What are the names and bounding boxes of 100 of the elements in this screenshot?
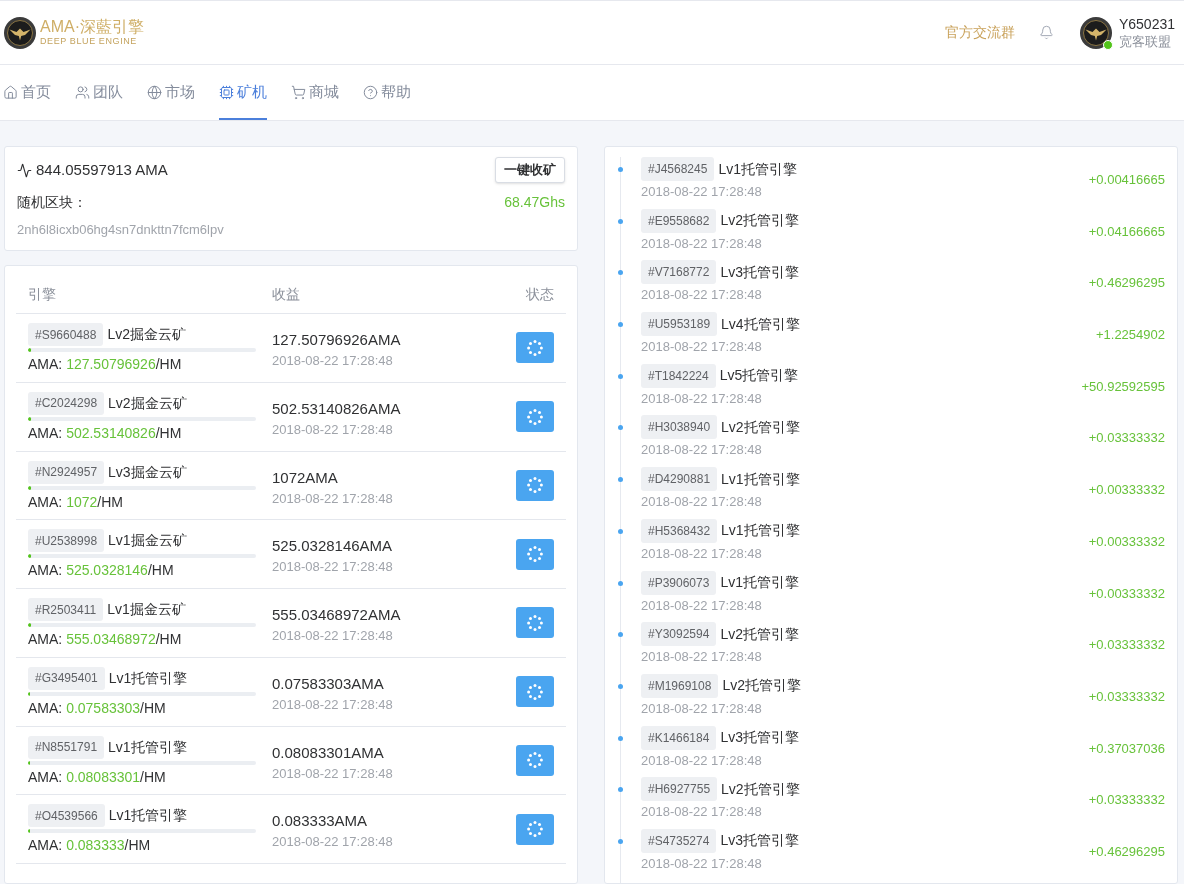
loading-icon <box>527 339 543 356</box>
bell-icon[interactable] <box>1038 25 1054 40</box>
mining-status-button[interactable] <box>516 538 554 570</box>
loading-icon <box>527 752 543 769</box>
mining-status-button[interactable] <box>516 469 554 501</box>
globe-icon <box>147 85 162 100</box>
earnings-amount: 1072AMA <box>272 468 339 487</box>
engine-name: Lv3掘金云矿 <box>108 462 187 482</box>
log-time: 2018-08-22 17:28:48 <box>641 596 763 615</box>
hourly-rate: AMA: 1072/HM <box>28 492 124 511</box>
cart-icon <box>291 85 306 100</box>
engine-id-tag: #H5368432 <box>641 518 718 543</box>
hourly-rate: AMA: 0.07583303/HM <box>28 698 167 717</box>
engine-id-tag: #O4539566 <box>28 804 105 828</box>
nav-tab[interactable]: 帮助 <box>363 65 411 120</box>
user-name: Y650231 <box>1118 15 1175 33</box>
engine-id-tag: #M1969108 <box>641 673 719 698</box>
engine-name: Lv4托管引擎 <box>721 314 800 334</box>
engine-id-tag: #G3495401 <box>28 666 105 690</box>
hourly-rate: AMA: 502.53140826/HM <box>28 423 183 442</box>
engine-id-tag: #P3906073 <box>641 570 717 595</box>
earnings-amount: 0.083333AMA <box>272 812 369 831</box>
engine-name: Lv2托管引擎 <box>720 624 799 644</box>
engine-id-tag: #S4735274 <box>641 828 717 853</box>
column-header: 收益 <box>272 285 301 304</box>
engine-name: Lv2托管引擎 <box>720 211 799 231</box>
avatar-emblem-icon <box>1079 16 1112 49</box>
mining-status-button[interactable] <box>516 744 554 776</box>
mining-status-button[interactable] <box>516 676 554 708</box>
loading-icon <box>527 821 543 838</box>
block-label: 随机区块： <box>17 192 87 212</box>
home-icon <box>3 85 18 100</box>
hourly-rate: AMA: 0.08083301/HM <box>28 767 167 786</box>
engine-name: Lv1掘金云矿 <box>107 600 186 619</box>
log-amount: +0.03333332 <box>1088 687 1165 706</box>
engine-id-tag: #H6927755 <box>641 777 718 802</box>
engine-id-tag: #R2503411 <box>28 598 104 621</box>
log-amount: +0.00416665 <box>1088 171 1165 189</box>
log-time: 2018-08-22 17:28:48 <box>641 389 763 408</box>
nav-tab[interactable]: 市场 <box>147 65 195 120</box>
nav-tab[interactable]: 商城 <box>291 65 339 120</box>
hourly-rate: AMA: 525.0328146/HM <box>28 561 175 580</box>
earnings-amount: 502.53140826AMA <box>272 399 402 418</box>
log-amount: +0.03333332 <box>1088 791 1165 810</box>
earnings-time: 2018-08-22 17:28:48 <box>272 833 394 852</box>
engine-id-tag: #C2024298 <box>28 391 105 415</box>
earnings-time: 2018-08-22 17:28:48 <box>272 627 394 645</box>
earnings-time: 2018-08-22 17:28:48 <box>272 352 394 370</box>
log-amount: +0.03333332 <box>1088 636 1165 655</box>
mining-status-button[interactable] <box>516 813 554 845</box>
log-time: 2018-08-22 17:28:48 <box>641 803 763 822</box>
log-amount: +0.00333332 <box>1088 584 1165 603</box>
mining-status-button[interactable] <box>516 332 554 364</box>
earnings-time: 2018-08-22 17:28:48 <box>272 558 394 577</box>
log-time: 2018-08-22 17:28:48 <box>641 183 763 201</box>
hashrate-value: 68.47Ghs <box>504 192 565 212</box>
logo-title: AMA·深藍引擎 <box>40 18 144 36</box>
earnings-time: 2018-08-22 17:28:48 <box>272 764 394 783</box>
engine-id-tag: #D4290881 <box>641 467 718 492</box>
log-time: 2018-08-22 17:28:48 <box>641 648 763 667</box>
log-time: 2018-08-22 17:28:48 <box>641 441 763 460</box>
engine-name: Lv1掘金云矿 <box>108 531 187 551</box>
mining-status-button[interactable] <box>516 607 554 639</box>
mining-status-button[interactable] <box>516 401 554 433</box>
engine-name: Lv1托管引擎 <box>718 159 797 179</box>
engine-id-tag: #U2538998 <box>28 529 105 553</box>
log-time: 2018-08-22 17:28:48 <box>641 751 763 770</box>
log-time: 2018-08-22 17:28:48 <box>641 234 763 253</box>
engine-name: Lv1托管引擎 <box>108 806 188 826</box>
engine-name: Lv3托管引擎 <box>720 728 799 748</box>
engine-name: Lv2托管引擎 <box>721 779 800 799</box>
earnings-amount: 0.08083301AMA <box>272 743 385 762</box>
engine-name: Lv2掘金云矿 <box>108 393 187 413</box>
group-chat-link[interactable]: 官方交流群 <box>944 22 1015 43</box>
column-header: 状态 <box>526 285 554 304</box>
loading-icon <box>527 408 543 425</box>
engine-name: Lv5托管引擎 <box>719 366 799 386</box>
engine-name: Lv1托管引擎 <box>720 573 799 592</box>
earnings-amount: 0.07583303AMA <box>272 674 385 693</box>
engine-id-tag: #J4568245 <box>641 157 715 181</box>
engine-name: Lv2托管引擎 <box>721 417 800 437</box>
log-time: 2018-08-22 17:28:48 <box>641 699 763 718</box>
earnings-time: 2018-08-22 17:28:48 <box>272 695 394 714</box>
pulse-icon <box>17 162 32 178</box>
nav-tab[interactable]: 团队 <box>75 65 123 120</box>
log-time: 2018-08-22 17:28:48 <box>641 286 763 305</box>
nav-tab[interactable]: 首页 <box>3 65 51 120</box>
loading-icon <box>527 614 543 631</box>
engine-name: Lv2托管引擎 <box>722 676 801 696</box>
engine-id-tag: #H3038940 <box>641 415 718 440</box>
engine-name: Lv1托管引擎 <box>721 469 800 489</box>
engine-id-tag: #N2924957 <box>28 460 105 484</box>
engine-name: Lv2掘金云矿 <box>107 325 186 344</box>
earnings-time: 2018-08-22 17:28:48 <box>272 489 394 508</box>
earnings-time: 2018-08-22 17:28:48 <box>272 420 394 439</box>
log-time: 2018-08-22 17:28:48 <box>641 493 763 512</box>
engine-id-tag: #E9558682 <box>641 208 717 233</box>
log-amount: +50.92592595 <box>1081 377 1165 396</box>
collect-all-button[interactable]: 一键收矿 <box>495 157 565 183</box>
engine-id-tag: #U5953189 <box>641 312 718 337</box>
